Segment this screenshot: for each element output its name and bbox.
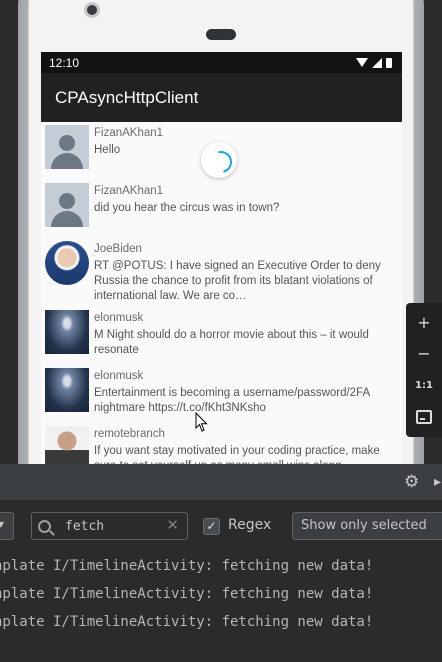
timeline-list[interactable]: FizanAKhan1 Hello FizanAKhan1 did you he… [41,122,402,472]
tweet-content: elonmusk Entertainment is becoming a use… [94,368,398,423]
status-bar: 12:10 [41,52,402,73]
battery-icon [386,57,392,68]
tweet-handle: remotebranch [94,428,165,440]
regex-label: Regex [228,517,272,533]
fit-screen-icon [416,410,432,425]
logcat-search[interactable]: ✕ [31,512,188,540]
app-bar: CPAsyncHttpClient [41,73,402,122]
log-output: nplate I/TimelineActivity: fetching new … [0,552,373,636]
loading-spinner-icon [201,142,237,178]
mouse-cursor-icon [195,412,208,432]
tweet-handle: JoeBiden [94,243,142,255]
tweet-handle: elonmusk [94,370,144,382]
emulator-window: 12:10 CPAsyncHttpClient FizanAKhan1 Hell… [0,0,442,662]
app-title: CPAsyncHttpClient [55,87,199,107]
more-icon[interactable]: ▸ [434,474,441,490]
wifi-icon [356,58,368,67]
logcat-toolbar: ⚙ ▸ [0,464,442,500]
log-line: nplate I/TimelineActivity: fetching new … [0,558,374,574]
logcat-filters: ✕ ✓ Regex Show only selected [0,511,442,543]
default-avatar-icon[interactable] [45,183,89,227]
tweet-text: RT @POTUS: I have signed an Executive Or… [94,260,381,302]
search-icon [38,519,51,533]
logcat-panel: ⚙ ▸ ✕ ✓ Regex Show only selected nplate … [0,464,442,662]
tweet-handle: FizanAKhan1 [94,185,164,197]
actual-size-button[interactable]: 1:1 [412,374,436,398]
status-icons [356,57,392,68]
camera-icon [84,2,100,18]
filter-select[interactable]: Show only selected [292,512,442,540]
tweet-item[interactable]: JoeBiden RT @POTUS: I have signed an Exe… [41,238,402,307]
log-level-dropdown[interactable] [0,512,14,540]
emulator-toolbar: + − 1:1 [406,303,442,437]
log-line: nplate I/TimelineActivity: fetching new … [0,586,374,602]
avatar[interactable] [45,241,89,285]
zoom-in-button[interactable]: + [412,311,436,335]
tweet-item[interactable]: elonmusk M Night should do a horror movi… [41,307,402,365]
tweet-text: Hello [94,144,121,156]
avatar[interactable] [45,310,89,354]
tweet-text: did you hear the circus was in town? [94,202,280,214]
default-avatar-icon[interactable] [45,125,89,169]
tweet-content: FizanAKhan1 Hello [94,125,398,180]
tweet-handle: elonmusk [94,312,144,324]
device-screen[interactable]: 12:10 CPAsyncHttpClient FizanAKhan1 Hell… [41,52,402,472]
tweet-content: JoeBiden RT @POTUS: I have signed an Exe… [94,241,398,307]
status-time: 12:10 [49,55,80,70]
speaker-grille [206,29,236,40]
tweet-item[interactable]: FizanAKhan1 did you hear the circus was … [41,180,402,238]
tweet-handle: FizanAKhan1 [94,127,164,139]
tweet-content: FizanAKhan1 did you hear the circus was … [94,183,398,238]
signal-icon [372,57,382,68]
search-input[interactable] [65,518,165,534]
close-icon[interactable]: ✕ [166,516,179,534]
zoom-out-button[interactable]: − [412,342,436,366]
gear-icon[interactable]: ⚙ [404,472,419,492]
regex-checkbox[interactable]: ✓ [203,518,220,535]
log-line: nplate I/TimelineActivity: fetching new … [0,614,374,630]
tweet-item[interactable]: elonmusk Entertainment is becoming a use… [41,365,402,423]
fit-screen-button[interactable] [412,405,436,429]
tweet-text: Entertainment is becoming a username/pas… [94,387,370,414]
avatar[interactable] [45,368,89,412]
tweet-text: M Night should do a horror movie about t… [94,329,369,356]
tweet-content: elonmusk M Night should do a horror movi… [94,310,398,365]
